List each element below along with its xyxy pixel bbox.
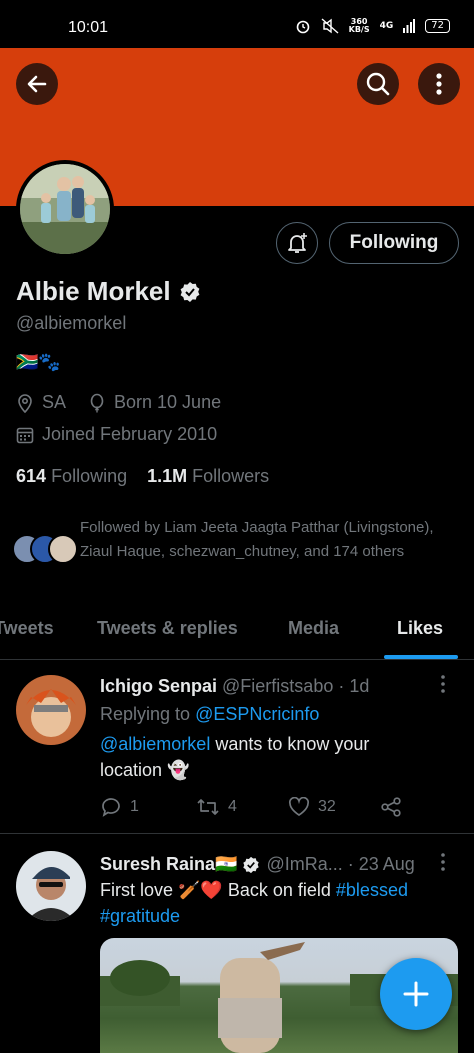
active-tab-indicator <box>384 655 458 659</box>
like-count: 32 <box>318 798 336 815</box>
alarm-icon <box>296 20 309 34</box>
tweet-reply-context: Replying to @ESPNcricinfo <box>100 704 320 724</box>
mute-icon <box>321 18 339 34</box>
location-icon <box>18 393 32 413</box>
tweet-divider <box>0 833 474 834</box>
tweet-actions: 1 4 32 <box>100 796 402 818</box>
balloon-icon <box>90 393 104 412</box>
avatar-image <box>20 164 110 254</box>
reply-icon <box>102 798 120 817</box>
retweet-icon <box>197 799 219 815</box>
replying-to-link[interactable]: @ESPNcricinfo <box>195 704 319 724</box>
tweet-author[interactable]: Ichigo Senpai <box>100 676 217 697</box>
like-button[interactable]: 32 <box>288 797 380 817</box>
network-type: 4G <box>379 21 394 31</box>
verified-badge-icon <box>243 856 260 873</box>
tweet-more-button[interactable] <box>440 852 446 877</box>
tweet-header: Ichigo Senpai @Fierfistsabo · 1d <box>100 676 370 697</box>
avatar-image <box>16 675 86 745</box>
profile-joined-row: Joined February 2010 <box>16 424 217 445</box>
profile-joined: Joined February 2010 <box>42 424 218 444</box>
followed-by-avatars[interactable] <box>12 516 78 564</box>
plus-icon <box>403 981 429 1007</box>
profile-birthday: Born 10 June <box>114 392 222 412</box>
notifications-bell-button[interactable] <box>276 222 318 264</box>
tweet-text-line: First love 🏏❤️ Back on field #blessed <box>100 880 408 900</box>
reply-count: 1 <box>130 798 139 815</box>
tweet-time: 23 Aug <box>358 854 415 874</box>
tweet-text-line: location 👻 <box>100 760 190 780</box>
profile-tabs: Tweets Tweets & replies Media Likes <box>0 610 474 660</box>
more-vertical-icon <box>441 853 445 871</box>
tweet-handle: @ImRa... <box>266 854 343 874</box>
battery-indicator: 72 <box>425 19 450 33</box>
tab-tweets[interactable]: Tweets <box>0 618 54 639</box>
compose-tweet-button[interactable] <box>380 958 452 1030</box>
more-vertical-icon <box>436 73 442 95</box>
profile-meta-row: SA Born 10 June <box>16 392 221 413</box>
network-speed: 360 KB/S <box>348 17 370 34</box>
followed-by-text[interactable]: Followed by Liam Jeeta Jaagta Patthar (L… <box>80 516 460 563</box>
tab-likes[interactable]: Likes <box>397 618 443 639</box>
profile-handle: @albiemorkel <box>16 313 127 333</box>
profile-bio: 🇿🇦🐾 <box>16 352 61 372</box>
heart-icon <box>288 797 310 816</box>
followers-count-link[interactable]: 1.1M Followers <box>147 466 269 487</box>
tweet-avatar[interactable] <box>16 675 86 745</box>
tweet-avatar[interactable] <box>16 851 86 921</box>
tweet-time: 1d <box>349 676 370 696</box>
tweet-handle: @Fierfistsabo <box>222 676 334 696</box>
profile-avatar[interactable] <box>16 160 114 258</box>
bell-plus-icon <box>288 233 307 253</box>
retweet-button[interactable]: 4 <box>196 796 288 818</box>
tweet-header: Suresh Raina🇮🇳 @ImRa... · 23 Aug <box>100 854 415 875</box>
share-button[interactable] <box>380 796 402 818</box>
tweet-more-button[interactable] <box>440 674 446 699</box>
follow-counts: 614 Following 1.1M Followers <box>16 466 269 487</box>
search-button[interactable] <box>357 63 399 105</box>
share-icon <box>381 797 401 817</box>
reply-button[interactable]: 1 <box>100 796 196 818</box>
verified-badge-icon <box>180 281 199 302</box>
calendar-icon <box>16 427 34 443</box>
tweet-text-line: @albiemorkel wants to know your <box>100 734 370 754</box>
avatar-image <box>16 851 86 921</box>
tweet-text-line: #gratitude <box>100 906 180 927</box>
mention-link[interactable]: @albiemorkel <box>100 734 210 754</box>
profile-location: SA <box>42 392 67 412</box>
following-button[interactable]: Following <box>329 222 459 264</box>
display-name: Albie Morkel <box>16 276 171 306</box>
tweet-author[interactable]: Suresh Raina🇮🇳 <box>100 854 237 875</box>
back-button[interactable] <box>16 63 58 105</box>
tab-media[interactable]: Media <box>288 618 339 639</box>
profile-name-row: Albie Morkel <box>16 276 201 307</box>
more-vertical-icon <box>441 675 445 693</box>
tab-tweets-replies[interactable]: Tweets & replies <box>97 618 238 639</box>
status-time: 10:01 <box>68 19 109 36</box>
arrow-left-icon <box>27 75 47 93</box>
following-count-link[interactable]: 614 Following <box>16 466 127 487</box>
hashtag-link[interactable]: #gratitude <box>100 906 180 926</box>
more-options-button[interactable] <box>418 63 460 105</box>
hashtag-link[interactable]: #blessed <box>336 880 408 900</box>
retweet-count: 4 <box>228 798 237 815</box>
follower-avatar <box>48 534 78 564</box>
search-icon <box>366 72 390 96</box>
status-icons: 360 KB/S 4G 72 <box>295 18 450 34</box>
signal-icon <box>403 19 416 33</box>
status-bar: 10:01 360 KB/S 4G 72 <box>0 0 474 48</box>
